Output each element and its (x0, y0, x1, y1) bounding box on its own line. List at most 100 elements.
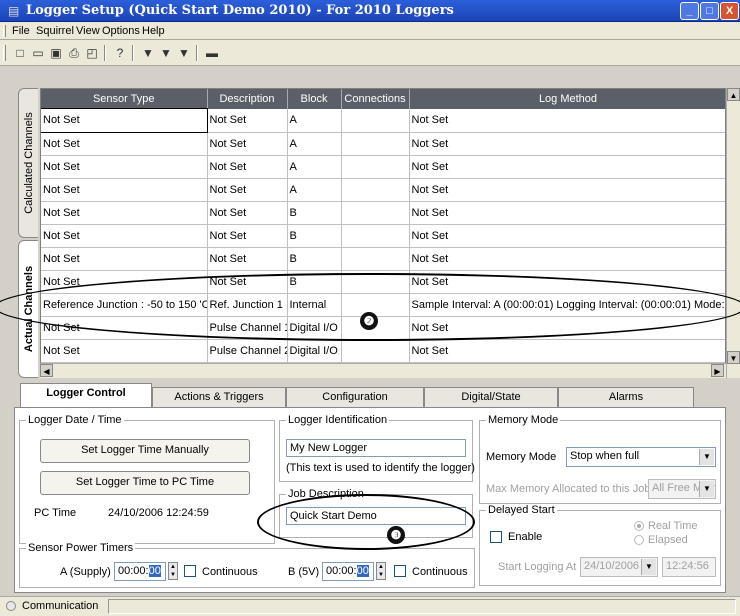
real-time-radio[interactable] (634, 521, 644, 531)
table-row[interactable]: Not Set Not Set B Not Set (41, 224, 725, 248)
sensor-type-cell[interactable]: Not Set (41, 108, 208, 133)
sensor-type-cell[interactable]: Not Set (41, 247, 208, 271)
new-icon[interactable]: □ (12, 45, 28, 61)
scroll-left-icon[interactable]: ◀ (40, 364, 53, 377)
open-icon[interactable]: ▭ (30, 45, 46, 61)
max-memory-select[interactable]: All Free Memo ▼ (648, 479, 716, 499)
table-row[interactable]: Not Set Not Set A Not Set (41, 155, 725, 179)
block-cell[interactable]: B (287, 201, 342, 225)
set-time-pc-button[interactable]: Set Logger Time to PC Time (40, 471, 250, 495)
connections-cell[interactable] (341, 201, 410, 225)
power-b-continuous-checkbox[interactable] (394, 565, 406, 577)
scroll-up-icon[interactable]: ▲ (727, 88, 740, 101)
enable-checkbox[interactable] (490, 531, 502, 543)
description-cell[interactable]: Pulse Channel 2 (207, 339, 288, 363)
menu-squirrel[interactable]: Squirrel (36, 25, 74, 37)
block-cell[interactable]: B (287, 247, 342, 271)
download-icon[interactable]: ▼ (176, 45, 192, 61)
connections-cell[interactable] (341, 247, 410, 271)
connections-cell[interactable] (341, 109, 410, 133)
menu-file[interactable]: File (12, 25, 30, 37)
start-date-picker[interactable]: 24/10/2006 ▼ (580, 557, 658, 577)
power-a-continuous-checkbox[interactable] (184, 565, 196, 577)
block-cell[interactable]: A (287, 178, 342, 202)
description-cell[interactable]: Not Set (207, 247, 288, 271)
sensor-type-cell[interactable]: Not Set (41, 339, 208, 363)
description-cell[interactable]: Not Set (207, 201, 288, 225)
block-cell[interactable]: Digital I/O (287, 339, 342, 363)
chevron-down-icon[interactable]: ▼ (699, 449, 714, 465)
connections-cell[interactable] (341, 339, 410, 363)
log-method-cell[interactable]: Not Set (409, 132, 725, 156)
log-method-cell[interactable]: Not Set (409, 178, 725, 202)
description-cell[interactable]: Not Set (207, 224, 288, 248)
scroll-right-icon[interactable]: ▶ (711, 364, 724, 377)
minimize-button[interactable]: _ (680, 2, 699, 20)
chevron-down-icon[interactable]: ▼ (699, 481, 714, 497)
grid-vertical-scrollbar[interactable]: ▲ ▼ (726, 88, 740, 378)
grid-horizontal-scrollbar[interactable]: ◀ ▶ (40, 363, 726, 378)
power-a-spinner[interactable]: ▲ ▼ (168, 562, 178, 580)
block-cell[interactable]: B (287, 224, 342, 248)
col-sensor-type[interactable]: Sensor Type (41, 89, 208, 109)
sensor-type-cell[interactable]: Not Set (41, 132, 208, 156)
menu-help[interactable]: Help (142, 25, 165, 37)
description-cell[interactable]: Not Set (207, 178, 288, 202)
col-log-method[interactable]: Log Method (409, 89, 725, 109)
table-row[interactable]: Not Set Not Set A Not Set (41, 108, 725, 133)
table-row[interactable]: Not Set Pulse Channel 2 Digital I/O Not Set (41, 339, 725, 363)
maximize-button[interactable]: □ (700, 2, 719, 20)
log-method-cell[interactable]: Not Set (409, 224, 725, 248)
close-button[interactable]: X (720, 2, 739, 20)
connections-cell[interactable] (341, 224, 410, 248)
description-cell[interactable]: Not Set (207, 132, 288, 156)
log-method-cell[interactable]: Not Set (409, 155, 725, 179)
tab-alarms[interactable]: Alarms (558, 387, 694, 407)
terminal-icon[interactable]: ▬ (204, 45, 220, 61)
table-row[interactable]: Not Set Not Set A Not Set (41, 178, 725, 202)
log-method-cell[interactable]: Not Set (409, 339, 725, 363)
menu-options[interactable]: Options (102, 25, 140, 37)
scroll-down-icon[interactable]: ▼ (727, 351, 740, 364)
tab-configuration[interactable]: Configuration (286, 387, 424, 407)
table-row[interactable]: Not Set Not Set B Not Set (41, 247, 725, 271)
sensor-type-cell[interactable]: Not Set (41, 155, 208, 179)
save-icon[interactable]: ▣ (48, 45, 64, 61)
sensor-type-cell[interactable]: Not Set (41, 178, 208, 202)
col-description[interactable]: Description (207, 89, 288, 109)
tab-calculated-channels[interactable]: Calculated Channels (18, 88, 38, 238)
tab-actions-triggers[interactable]: Actions & Triggers (152, 387, 286, 407)
logger-id-input[interactable]: My New Logger (286, 439, 466, 457)
block-cell[interactable]: A (287, 109, 342, 133)
app-icon[interactable]: ▤ (8, 4, 22, 18)
table-row[interactable]: Not Set Not Set B Not Set (41, 201, 725, 225)
col-block[interactable]: Block (287, 89, 342, 109)
chevron-down-icon[interactable]: ▼ (641, 559, 656, 575)
col-connections[interactable]: Connections (341, 89, 410, 109)
connections-cell[interactable] (341, 178, 410, 202)
connections-cell[interactable] (341, 132, 410, 156)
power-b-spinner[interactable]: ▲ ▼ (376, 562, 386, 580)
sensor-type-cell[interactable]: Not Set (41, 201, 208, 225)
block-cell[interactable]: A (287, 155, 342, 179)
sensor-type-cell[interactable]: Not Set (41, 224, 208, 248)
menu-view[interactable]: View (76, 25, 100, 37)
connections-cell[interactable] (341, 155, 410, 179)
send-icon[interactable]: ▼ (140, 45, 156, 61)
help-icon[interactable]: ? (112, 45, 128, 61)
receive-icon[interactable]: ▼ (158, 45, 174, 61)
description-cell[interactable]: Not Set (207, 155, 288, 179)
start-time-input[interactable]: 12:24:56 (662, 557, 716, 577)
power-b-time-input[interactable]: 00:00:00 (322, 562, 374, 581)
log-method-cell[interactable]: Not Set (409, 247, 725, 271)
tab-digital-state[interactable]: Digital/State (424, 387, 558, 407)
preview-icon[interactable]: ◰ (84, 45, 100, 61)
table-row[interactable]: Not Set Not Set A Not Set (41, 132, 725, 156)
log-method-cell[interactable]: Not Set (409, 109, 725, 133)
print-icon[interactable]: ⎙ (66, 45, 82, 61)
description-cell[interactable]: Not Set (207, 109, 288, 133)
power-a-time-input[interactable]: 00:00:00 (114, 562, 166, 581)
log-method-cell[interactable]: Not Set (409, 201, 725, 225)
block-cell[interactable]: A (287, 132, 342, 156)
tab-logger-control[interactable]: Logger Control (20, 383, 152, 408)
